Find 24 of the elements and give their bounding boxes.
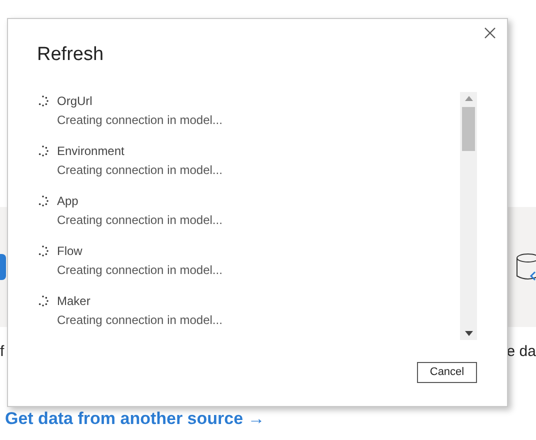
scroll-up-icon[interactable] xyxy=(464,96,472,100)
spinner-icon xyxy=(37,194,49,206)
scrollbar[interactable] xyxy=(460,92,477,340)
spinner-icon xyxy=(37,144,49,156)
item-name: Flow xyxy=(57,242,82,260)
dialog-title: Refresh xyxy=(37,43,104,67)
scroll-down-icon[interactable] xyxy=(464,330,472,336)
item-status: Creating connection in model... xyxy=(57,112,224,128)
item-status: Creating connection in model... xyxy=(57,262,224,278)
spinner-icon xyxy=(37,94,49,106)
scrollbar-thumb[interactable] xyxy=(462,106,475,150)
item-status: Creating connection in model... xyxy=(57,312,224,328)
item-name: Maker xyxy=(57,292,90,310)
card-caption: f xyxy=(0,342,4,362)
item-status: Creating connection in model... xyxy=(57,162,224,178)
item-status: Creating connection in model... xyxy=(57,212,224,228)
item-name: App xyxy=(57,192,78,210)
get-data-link[interactable]: Get data from another source → xyxy=(5,409,265,429)
cancel-button[interactable]: Cancel xyxy=(417,362,477,382)
item-name: Environment xyxy=(57,142,124,160)
close-icon[interactable] xyxy=(483,26,497,40)
item-name: OrgUrl xyxy=(57,92,92,110)
spinner-icon xyxy=(37,244,49,256)
spinner-icon xyxy=(37,294,49,306)
